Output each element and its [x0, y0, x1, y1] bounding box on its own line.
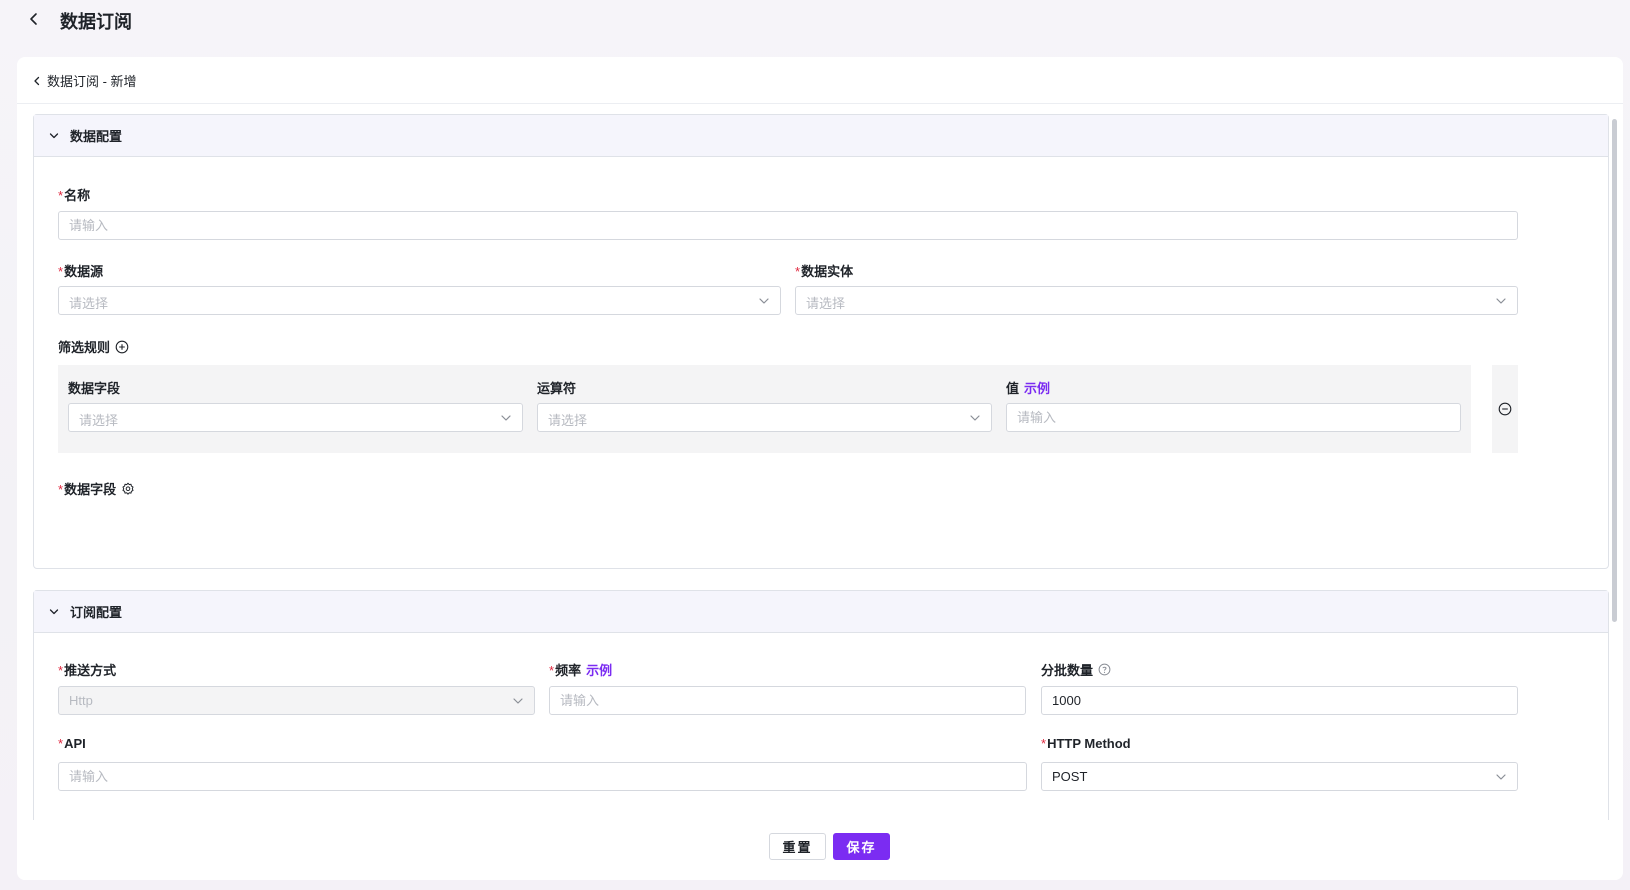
subscribe-config-header[interactable]: 订阅配置	[34, 591, 1608, 633]
subscribe-config-section: 订阅配置 *推送方式 Http *频率 示例 分批数量 *API	[33, 590, 1609, 820]
name-label: *名称	[58, 188, 91, 203]
batch-size-input[interactable]	[1041, 686, 1518, 715]
push-method-label: *推送方式	[58, 663, 117, 678]
chevron-down-icon	[759, 298, 769, 304]
chevron-down-icon	[970, 415, 980, 421]
form-footer: 重置 保存	[17, 820, 1623, 880]
gear-icon[interactable]	[121, 482, 135, 496]
chevron-left-icon	[30, 13, 37, 25]
filter-operator-select[interactable]: 请选择	[537, 403, 992, 432]
filter-operator-label: 运算符	[537, 381, 577, 396]
name-input[interactable]	[58, 211, 1518, 240]
add-circle-icon[interactable]	[115, 340, 129, 354]
datasource-label: *数据源	[58, 264, 104, 279]
chevron-down-icon	[501, 415, 511, 421]
chevron-down-icon	[1496, 298, 1506, 304]
required-mark: *	[58, 264, 64, 279]
chevron-down-icon	[1496, 774, 1506, 780]
filter-operator-placeholder: 请选择	[548, 413, 588, 428]
required-mark: *	[58, 663, 64, 678]
reset-button[interactable]: 重置	[769, 833, 826, 860]
page-title: 数据订阅	[60, 12, 132, 32]
required-mark: *	[58, 188, 64, 203]
frequency-example-link[interactable]: 示例	[586, 660, 612, 679]
breadcrumb[interactable]: 数据订阅 - 新增	[31, 71, 137, 90]
filter-field-placeholder: 请选择	[79, 413, 119, 428]
filter-rules-label: 筛选规则	[58, 337, 129, 356]
data-config-section: 数据配置 *名称 *数据源 请选择 *数据实体 请选择 筛选规则	[33, 114, 1609, 569]
form-scroll-area[interactable]: 数据配置 *名称 *数据源 请选择 *数据实体 请选择 筛选规则	[17, 105, 1623, 820]
datasource-select[interactable]: 请选择	[58, 286, 781, 315]
filter-field-select[interactable]: 请选择	[68, 403, 523, 432]
filter-field-label: 数据字段	[68, 381, 121, 396]
frequency-label: *频率 示例	[549, 660, 612, 679]
chevron-down-icon	[49, 132, 59, 138]
top-bar: 数据订阅	[0, 0, 1630, 40]
api-input[interactable]	[58, 762, 1027, 791]
section-title: 订阅配置	[70, 605, 123, 620]
filter-rule-row: 数据字段 请选择 运算符 请选择 值 示例	[58, 365, 1471, 453]
chevron-left-icon	[34, 76, 40, 85]
filter-value-label: 值 示例	[1006, 378, 1050, 397]
api-label: *API	[58, 736, 86, 751]
required-mark: *	[58, 482, 64, 497]
http-method-label: *HTTP Method	[1041, 736, 1131, 751]
main-card: 数据订阅 - 新增 数据配置 *名称 *数据源 请选择 *数据实体	[17, 57, 1623, 880]
remove-filter-button[interactable]	[1492, 365, 1518, 453]
filter-value-input[interactable]	[1006, 403, 1461, 432]
entity-label: *数据实体	[795, 264, 854, 279]
push-method-select[interactable]: Http	[58, 686, 535, 715]
required-mark: *	[1041, 736, 1047, 751]
entity-select[interactable]: 请选择	[795, 286, 1518, 315]
save-button[interactable]: 保存	[833, 833, 890, 860]
entity-placeholder: 请选择	[806, 296, 846, 311]
section-title: 数据配置	[70, 129, 123, 144]
datasource-placeholder: 请选择	[69, 296, 109, 311]
batch-size-label: 分批数量	[1041, 660, 1111, 679]
card-header: 数据订阅 - 新增	[17, 57, 1623, 104]
chevron-down-icon	[49, 608, 59, 614]
value-example-link[interactable]: 示例	[1024, 378, 1050, 397]
http-method-value: POST	[1052, 769, 1088, 784]
breadcrumb-label: 数据订阅 - 新增	[47, 74, 137, 89]
required-mark: *	[795, 264, 801, 279]
chevron-down-icon	[513, 698, 523, 704]
help-circle-icon[interactable]	[1098, 663, 1111, 676]
required-mark: *	[58, 736, 64, 751]
minus-circle-icon	[1498, 402, 1512, 416]
data-fields-label: *数据字段	[58, 479, 135, 498]
frequency-input[interactable]	[549, 686, 1026, 715]
back-button[interactable]	[24, 9, 44, 29]
push-method-value: Http	[69, 693, 93, 708]
required-mark: *	[549, 663, 555, 678]
http-method-select[interactable]: POST	[1041, 762, 1518, 791]
data-config-header[interactable]: 数据配置	[34, 115, 1608, 157]
scrollbar[interactable]	[1612, 119, 1617, 622]
